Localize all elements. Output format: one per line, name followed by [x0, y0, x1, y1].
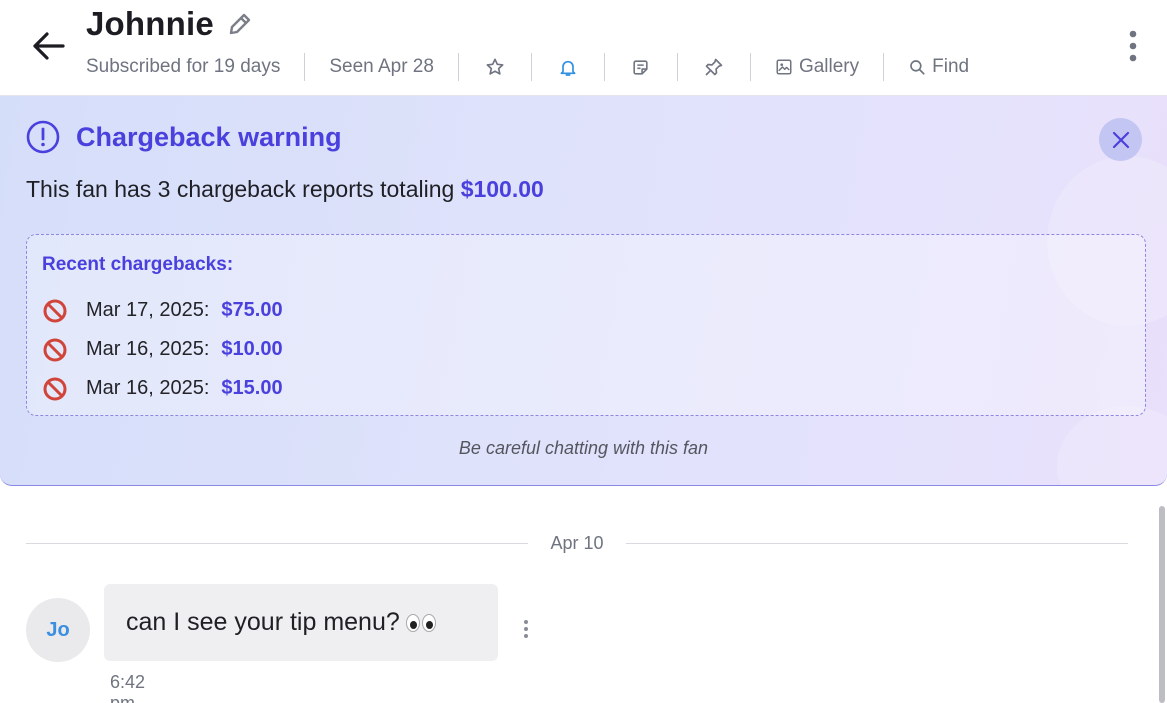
bell-icon: [560, 60, 576, 76]
chat-scrollbar[interactable]: [1159, 506, 1165, 703]
chargeback-date: Mar 17, 2025:: [86, 299, 210, 321]
chargeback-date: Mar 16, 2025:: [86, 338, 210, 360]
alert-circle-icon: [26, 120, 60, 154]
divider: [603, 53, 605, 81]
chargeback-amount: $10.00: [221, 338, 283, 360]
divider: [883, 53, 885, 81]
prohibited-icon: [43, 338, 67, 361]
message-bubble[interactable]: can I see your tip menu?: [104, 584, 498, 661]
chat-header: Johnnie Subscribed for 19 days Seen Apr …: [0, 0, 1167, 96]
eye-shape: [405, 613, 420, 632]
chargeback-item: Mar 16, 2025: $10.00: [42, 330, 283, 369]
date-separator: Apr 10: [26, 530, 1129, 556]
warning-description: This fan has 3 chargeback reports totali…: [26, 176, 544, 203]
message-text: can I see your tip menu?: [126, 608, 400, 636]
gallery-button[interactable]: Gallery: [775, 50, 859, 84]
message-options-button[interactable]: [516, 614, 536, 644]
chargeback-amount: $15.00: [221, 377, 283, 399]
last-seen: Seen Apr 28: [329, 56, 434, 77]
more-vertical-icon: [1129, 30, 1137, 62]
subscription-status: Subscribed for 19 days: [86, 56, 281, 77]
chargeback-item: Mar 17, 2025: $75.00: [42, 291, 283, 330]
star-icon: [486, 58, 504, 75]
warning-title: Chargeback warning: [76, 121, 342, 152]
fan-info-bar: Subscribed for 19 days Seen Apr 28 Galle…: [86, 50, 969, 84]
warning-footer-note: Be careful chatting with this fan: [458, 438, 709, 458]
prohibited-icon: [43, 377, 67, 400]
search-icon: [910, 60, 925, 75]
divider: [625, 542, 1129, 544]
edit-name-button[interactable]: [226, 10, 254, 38]
notifications-button[interactable]: [556, 55, 580, 79]
divider: [304, 53, 306, 81]
back-button[interactable]: [28, 28, 68, 64]
more-options-button[interactable]: [1118, 28, 1148, 64]
gallery-label: Gallery: [798, 56, 860, 77]
eye-shape: [421, 613, 436, 632]
chargeback-warning-panel: Chargeback warning This fan has 3 charge…: [0, 96, 1167, 486]
image-icon: [776, 59, 792, 75]
arrow-left-icon: [33, 32, 65, 60]
chargeback-item: Mar 16, 2025: $15.00: [42, 369, 283, 408]
fan-name-row: Johnnie: [86, 4, 254, 44]
recent-chargebacks-title: Recent chargebacks:: [42, 254, 234, 275]
close-warning-button[interactable]: [1099, 118, 1142, 161]
notes-button[interactable]: [629, 55, 653, 79]
chargeback-date: Mar 16, 2025:: [86, 377, 210, 399]
total-chargeback-amount: $100.00: [460, 176, 544, 202]
pencil-icon: [229, 13, 251, 35]
recent-chargebacks-box: Recent chargebacks: Mar 17, 2025: $75.00…: [26, 234, 1146, 416]
find-button[interactable]: Find: [908, 50, 969, 84]
divider: [676, 53, 678, 81]
favorite-button[interactable]: [483, 55, 507, 79]
eyes-emoji-icon: [405, 613, 436, 632]
more-vertical-icon: [524, 620, 528, 638]
note-icon: [633, 59, 649, 75]
pin-icon: [705, 58, 723, 76]
divider: [26, 542, 529, 544]
avatar[interactable]: Jo: [26, 598, 90, 662]
warning-header: Chargeback warning: [26, 120, 342, 154]
close-icon: [1112, 131, 1129, 148]
chargeback-list: Mar 17, 2025: $75.00 Mar 16, 2025: $10.0…: [42, 291, 283, 408]
chargeback-amount: $75.00: [221, 299, 283, 321]
warning-description-text: This fan has 3 chargeback reports totali…: [26, 176, 461, 202]
message-timestamp: 6:42 pm: [110, 672, 146, 703]
prohibited-icon: [43, 299, 67, 322]
divider: [457, 53, 459, 81]
date-separator-label: Apr 10: [550, 532, 604, 553]
find-label: Find: [932, 56, 970, 77]
divider: [749, 53, 751, 81]
fan-name: Johnnie: [86, 5, 214, 42]
divider: [530, 53, 532, 81]
pin-button[interactable]: [702, 55, 726, 79]
